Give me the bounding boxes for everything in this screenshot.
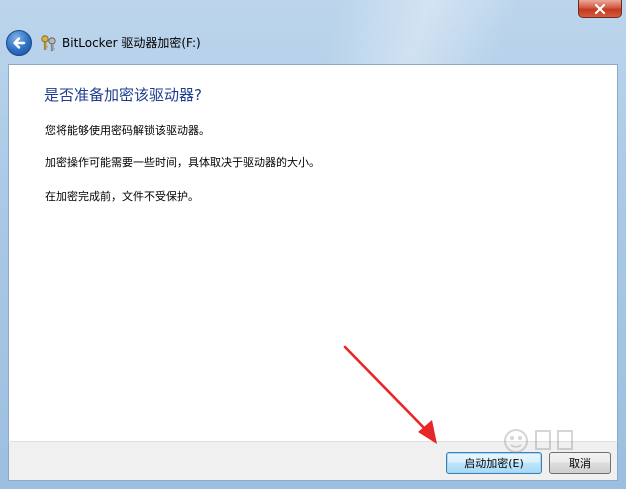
start-encryption-button[interactable]: 启动加密(E): [446, 452, 542, 474]
back-button[interactable]: [6, 30, 32, 56]
bitlocker-keys-icon: [41, 35, 56, 51]
page-heading: 是否准备加密该驱动器?: [44, 86, 202, 104]
close-button[interactable]: [578, 0, 622, 18]
cancel-button[interactable]: 取消: [549, 452, 611, 474]
info-text-protection: 在加密完成前，文件不受保护。: [45, 190, 199, 203]
back-arrow-icon: [13, 37, 26, 49]
close-icon: [594, 3, 606, 14]
dialog-window: BitLocker 驱动器加密(F:) 是否准备加密该驱动器? 您将能够使用密码…: [0, 0, 626, 489]
info-text-duration: 加密操作可能需要一些时间，具体取决于驱动器的大小。: [45, 156, 320, 169]
info-text-unlock: 您将能够使用密码解锁该驱动器。: [45, 124, 210, 137]
content-panel: 是否准备加密该驱动器? 您将能够使用密码解锁该驱动器。 加密操作可能需要一些时间…: [8, 64, 618, 441]
title-bar-glass: [315, 0, 525, 70]
window-title: BitLocker 驱动器加密(F:): [62, 36, 201, 50]
button-bar: 启动加密(E) 取消: [8, 441, 618, 481]
